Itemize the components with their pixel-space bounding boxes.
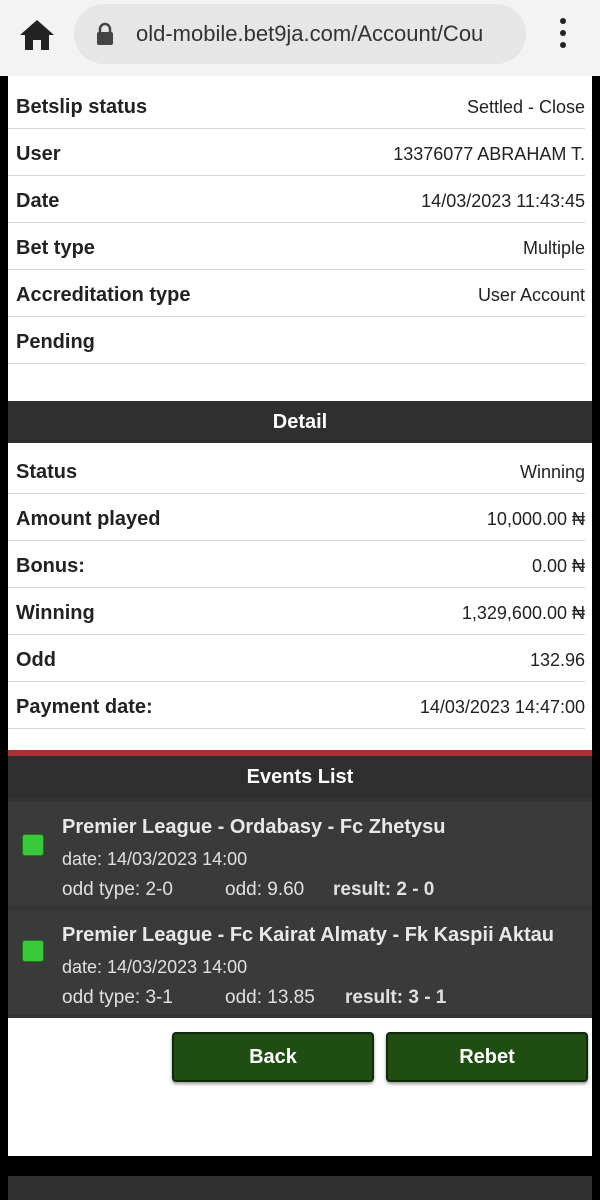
summary-label: Pending <box>16 331 95 353</box>
events-header: Events List <box>8 756 592 798</box>
action-area: Back Rebet <box>8 1018 592 1156</box>
detail-value: Winning <box>519 462 585 482</box>
summary-label: Accreditation type <box>16 284 191 306</box>
event-item[interactable]: Premier League - Fc Kairat Almaty - Fk K… <box>8 910 592 1014</box>
detail-row: Amount played 10,000.00 ₦ <box>8 494 585 541</box>
url-text: old-mobile.bet9ja.com/Account/Cou <box>136 21 484 46</box>
status-indicator-icon <box>22 940 44 962</box>
event-odd: odd: 9.60 <box>225 879 305 900</box>
detail-value: 0.00 ₦ <box>531 556 585 576</box>
summary-label: Date <box>16 190 60 212</box>
rebet-button[interactable]: Rebet <box>386 1032 588 1082</box>
summary-row: Accreditation type User Account <box>8 270 585 317</box>
summary-row: User 13376077 ABRAHAM T. <box>8 129 585 176</box>
event-result: result: 3 - 1 <box>345 987 447 1008</box>
detail-row: Winning 1,329,600.00 ₦ <box>8 588 585 635</box>
detail-label: Status <box>16 461 78 483</box>
detail-label: Payment date: <box>16 696 153 718</box>
detail-row: Odd 132.96 <box>8 635 585 682</box>
detail-label: Bonus: <box>16 555 85 577</box>
detail-row: Payment date: 14/03/2023 14:47:00 <box>8 682 585 729</box>
detail-panel: Status Winning Amount played 10,000.00 ₦… <box>8 443 592 750</box>
status-indicator-icon <box>22 834 44 856</box>
detail-value: 1,329,600.00 ₦ <box>461 603 585 623</box>
detail-value: 132.96 <box>529 650 585 670</box>
home-icon[interactable] <box>18 18 56 52</box>
summary-value: User Account <box>477 285 585 305</box>
event-title: Premier League - Ordabasy - Fc Zhetysu <box>62 816 446 838</box>
summary-label: Betslip status <box>16 96 148 118</box>
detail-value: 10,000.00 ₦ <box>486 509 585 529</box>
summary-label: User <box>16 143 61 165</box>
detail-label: Winning <box>16 602 95 624</box>
detail-label: Odd <box>16 649 56 671</box>
event-odd-type: odd type: 3-1 <box>62 987 173 1008</box>
event-item[interactable]: Premier League - Ordabasy - Fc Zhetysu d… <box>8 802 592 906</box>
lock-icon <box>97 22 113 45</box>
summary-value: Multiple <box>522 238 585 258</box>
events-list: Premier League - Ordabasy - Fc Zhetysu d… <box>8 798 592 1018</box>
summary-panel: Betslip status Settled - Close User 1337… <box>8 76 592 402</box>
event-odd-type: odd type: 2-0 <box>62 879 173 900</box>
browser-toolbar: old-mobile.bet9ja.com/Account/Cou <box>0 0 600 76</box>
summary-row: Date 14/03/2023 11:43:45 <box>8 176 585 223</box>
detail-row: Status Winning <box>8 447 585 494</box>
summary-row: Pending <box>8 317 585 364</box>
event-result: result: 2 - 0 <box>333 879 435 900</box>
event-title: Premier League - Fc Kairat Almaty - Fk K… <box>62 924 555 946</box>
summary-value: Settled - Close <box>466 97 585 117</box>
event-odd: odd: 13.85 <box>225 987 315 1008</box>
event-date: date: 14/03/2023 14:00 <box>62 957 248 977</box>
address-bar[interactable]: old-mobile.bet9ja.com/Account/Cou <box>74 4 526 64</box>
detail-label: Amount played <box>16 508 161 530</box>
summary-label: Bet type <box>16 237 95 259</box>
detail-value: 14/03/2023 14:47:00 <box>419 697 585 717</box>
summary-value: 14/03/2023 11:43:45 <box>421 191 585 211</box>
overflow-menu-icon[interactable] <box>548 12 578 60</box>
footer-bar <box>8 1176 592 1200</box>
summary-row: Bet type Multiple <box>8 223 585 270</box>
event-date: date: 14/03/2023 14:00 <box>62 849 248 869</box>
back-button[interactable]: Back <box>172 1032 374 1082</box>
summary-row: Betslip status Settled - Close <box>8 82 585 129</box>
summary-value: 13376077 ABRAHAM T. <box>393 144 585 164</box>
detail-header: Detail <box>8 401 592 443</box>
detail-row: Bonus: 0.00 ₦ <box>8 541 585 588</box>
